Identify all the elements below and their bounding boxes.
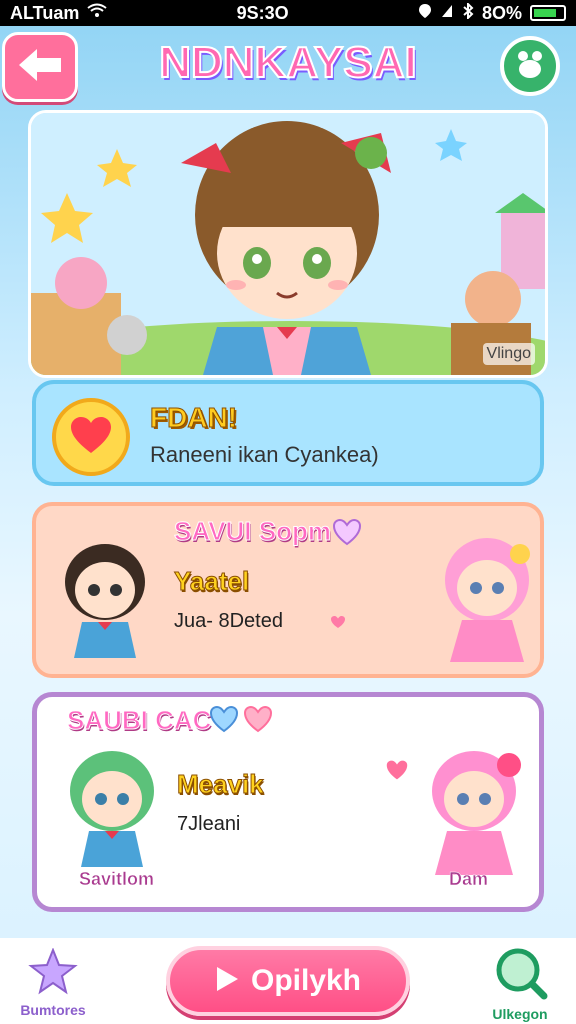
menu-button[interactable]: [500, 36, 560, 96]
heart-icon: [69, 415, 113, 459]
play-button[interactable]: Opilykh: [166, 946, 410, 1016]
battery-fill: [533, 9, 557, 17]
right-character-label: Dam: [449, 869, 489, 890]
heart-outline-icon: [332, 518, 362, 550]
status-right: 8O%: [418, 1, 566, 24]
bottom-right-button[interactable]: Ulkegon: [482, 946, 558, 1022]
left-character-label: Savitlom: [79, 869, 155, 890]
character-subtext: 7Jleani: [177, 813, 241, 835]
character-name: Yaatel: [173, 566, 250, 597]
carrier-name: ALTuam: [10, 2, 80, 23]
play-icon: [215, 966, 239, 996]
status-left: ALTuam: [10, 3, 107, 24]
bottom-left-button[interactable]: Bumtores: [18, 947, 88, 1018]
objective-title: FDAN!: [149, 402, 238, 434]
game-title: NDNKAYSAI: [158, 37, 418, 88]
bottom-left-label: Bumtores: [20, 1002, 86, 1018]
heart-badge: [52, 398, 130, 476]
hero-illustration: Vlingo: [28, 110, 548, 378]
play-label: Opilykh: [250, 964, 362, 997]
hero-caption: Vlingo: [482, 343, 535, 365]
blue-heart-icon: [209, 705, 239, 737]
character-subtext: Jua- 8Deted: [174, 610, 283, 632]
card-title: SAUBI CAC: [66, 705, 212, 736]
hero-scene: [31, 113, 545, 375]
bottom-bar: Bumtores Opilykh Ulkegon: [0, 938, 576, 1024]
paw-icon: [513, 47, 547, 85]
magnifier-icon: [494, 946, 548, 1004]
small-heart-icon: [330, 614, 346, 633]
character-avatar-right: [419, 739, 529, 883]
back-button[interactable]: [2, 32, 78, 102]
battery-icon: [529, 5, 566, 21]
character-avatar-right: [432, 526, 540, 670]
character-card-2[interactable]: SAUBI CAC Savitlom Meavik 7Jleani Dam: [32, 692, 544, 912]
bottom-right-label: Ulkegon: [492, 1006, 548, 1022]
location-icon: [418, 3, 432, 24]
floating-heart-icon: [385, 759, 409, 785]
status-bar: ALTuam 9S:3O 8O%: [0, 0, 576, 26]
objective-text: Raneeni ikan Cyankea): [150, 442, 379, 467]
character-avatar-left: [50, 530, 160, 664]
signal-icon: [440, 3, 454, 24]
bluetooth-icon: [462, 1, 474, 24]
character-name: Meavik: [177, 769, 265, 800]
character-avatar-left: [57, 739, 167, 873]
objective-panel[interactable]: FDAN! Raneeni ikan Cyankea): [32, 380, 544, 486]
pink-heart-icon: [243, 705, 273, 737]
clock: 9S:3O: [236, 2, 289, 23]
wifi-icon: [87, 3, 107, 24]
battery-percent: 8O%: [481, 2, 522, 23]
character-card-1[interactable]: SAVUI Sopm Yaatel Jua- 8Deted: [32, 502, 544, 678]
star-icon: [28, 947, 78, 1000]
card-title: SAVUI Sopm: [174, 516, 332, 547]
arrow-left-icon: [17, 47, 63, 87]
